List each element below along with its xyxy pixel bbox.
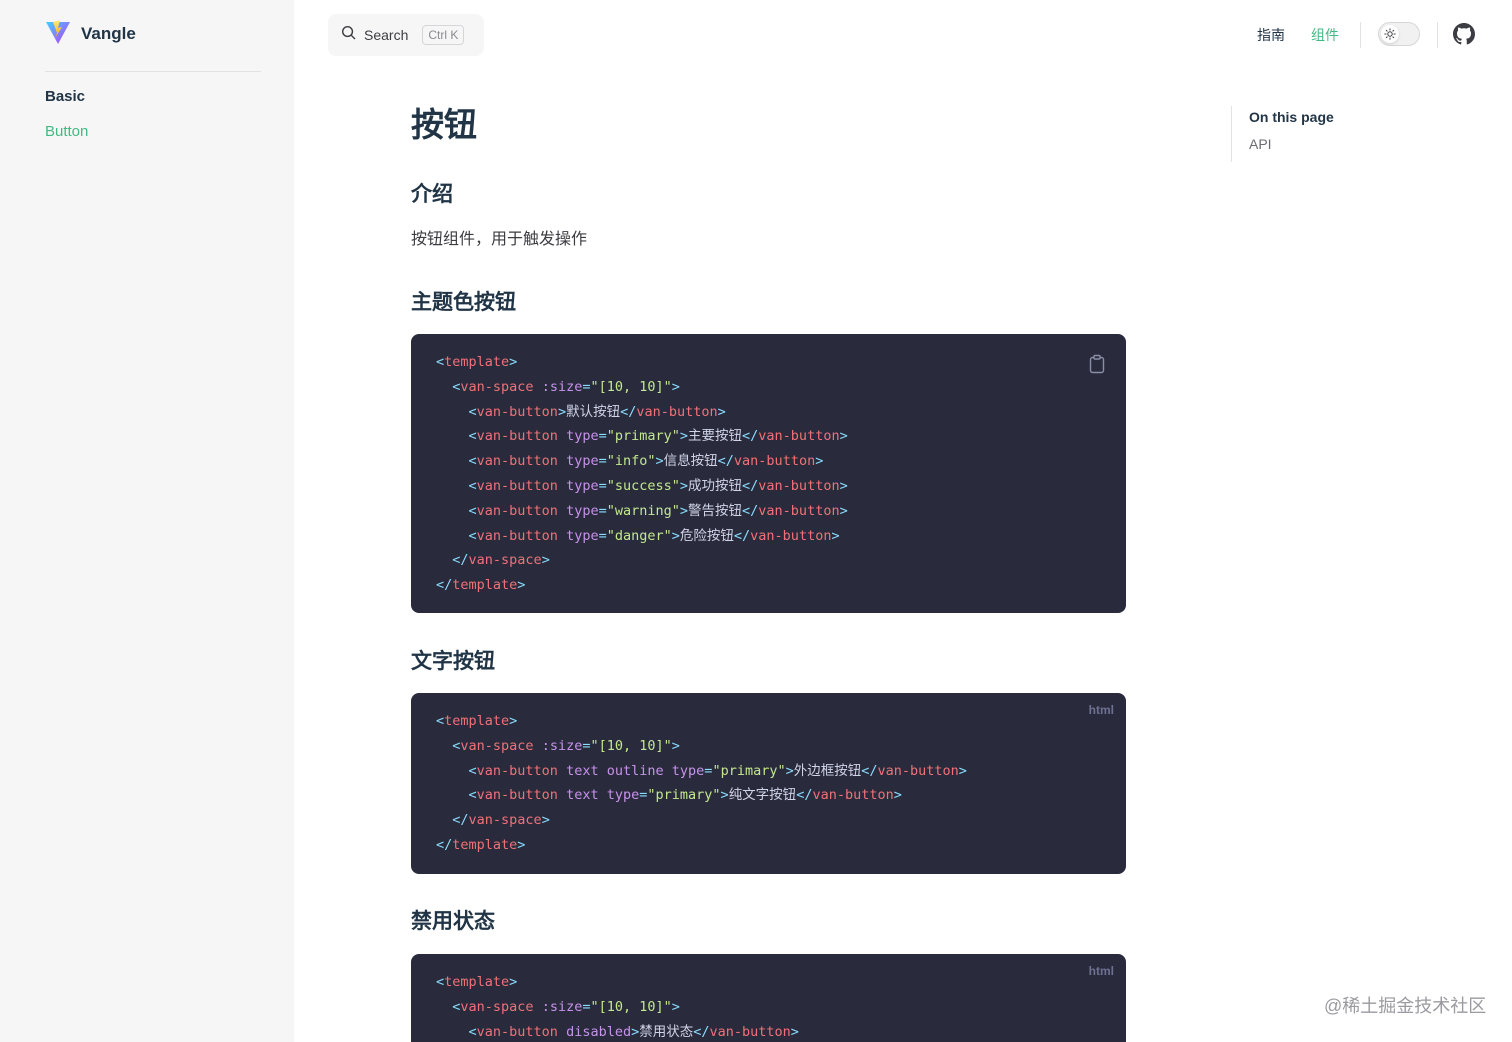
code-block: html <template> <van-space :size="[10, 1…	[411, 693, 1126, 874]
section-heading: 主题色按钮	[411, 291, 516, 314]
copy-icon[interactable]	[1088, 354, 1106, 374]
nav-divider	[1360, 22, 1361, 48]
search-label: Search	[364, 27, 409, 43]
code-text: 纯文字按钮	[728, 787, 797, 804]
shortcut-ctrl: Ctrl	[428, 28, 448, 42]
outline-link-api[interactable]: API	[1249, 136, 1431, 152]
sidebar-group-title: Basic	[45, 88, 86, 105]
code-text: 禁用状态	[639, 1023, 694, 1040]
intro-text: 按钮组件，用于触发操作	[411, 231, 588, 248]
code-text: 信息按钮	[663, 453, 718, 470]
appearance-toggle[interactable]	[1378, 22, 1420, 46]
code-text: 警告按钮	[688, 502, 743, 519]
code-text: 默认按钮	[566, 403, 621, 420]
brand-title: Vangle	[81, 24, 136, 43]
code-text: 成功按钮	[688, 477, 743, 494]
watermark: @稀土掘金技术社区	[1324, 996, 1487, 1016]
github-icon[interactable]	[1453, 23, 1475, 45]
nav-divider	[1437, 22, 1438, 48]
code-block: html <template> <van-space :size="[10, 1…	[411, 954, 1126, 1042]
code-text: 危险按钮	[679, 527, 734, 544]
search-icon	[341, 25, 356, 45]
sun-icon	[1381, 25, 1399, 43]
outline-title: On this page	[1249, 109, 1334, 125]
page-title: 按钮	[411, 106, 477, 143]
code-block: <template> <van-space :size="[10, 10]"> …	[411, 334, 1126, 613]
nav-link-components[interactable]: 组件	[1311, 25, 1339, 45]
page-outline: On this page API	[1231, 106, 1431, 162]
code-lang-label: html	[1088, 703, 1114, 717]
nav-link-guide[interactable]: 指南	[1257, 25, 1285, 45]
section-heading: 禁用状态	[411, 910, 495, 933]
sidebar-divider	[45, 71, 261, 72]
code-lang-label: html	[1088, 964, 1114, 978]
search-shortcut: Ctrl K	[422, 25, 465, 45]
search-button[interactable]: Search Ctrl K	[328, 14, 484, 56]
section-heading: 文字按钮	[411, 650, 495, 673]
code-content: <template> <van-space :size="[10, 10]"> …	[436, 974, 799, 1040]
vite-logo-icon	[45, 19, 71, 50]
code-content: <template> <van-space :size="[10, 10]"> …	[436, 354, 848, 594]
shortcut-key: K	[450, 28, 459, 42]
sidebar-item-button[interactable]: Button	[45, 123, 88, 140]
intro-heading: 介绍	[411, 183, 453, 206]
brand-link[interactable]: Vangle	[45, 19, 136, 50]
code-content: <template> <van-space :size="[10, 10]"> …	[436, 713, 967, 853]
code-text: 外边框按钮	[793, 762, 862, 779]
code-text: 主要按钮	[688, 428, 743, 445]
sidebar: Vangle Basic Button	[0, 0, 294, 1042]
